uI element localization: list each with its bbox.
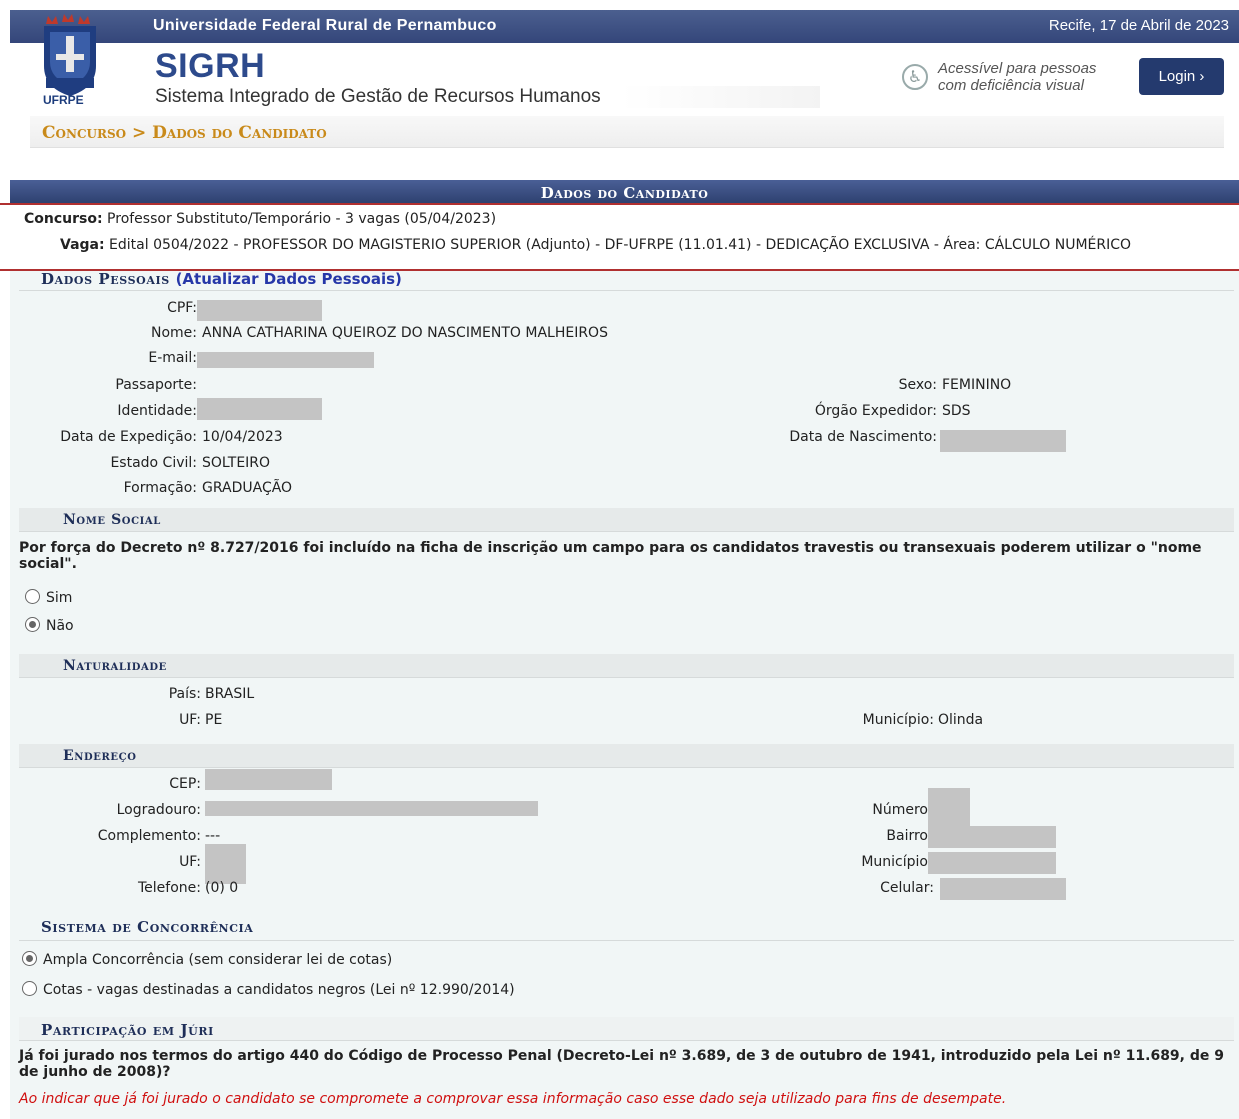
naturalidade-header: Naturalidade — [19, 654, 1234, 678]
estado-civil-label: Estado Civil: — [110, 455, 197, 471]
cotas-radio[interactable]: Cotas - vagas destinadas a candidatos ne… — [22, 981, 515, 998]
redacted-email — [197, 352, 374, 368]
concorrencia-title: Sistema de Concorrência — [41, 918, 254, 936]
bairro-label: Bairro — [886, 828, 928, 844]
university-name: Universidade Federal Rural de Pernambuco — [153, 17, 497, 34]
radio-checked-icon — [25, 617, 40, 632]
logradouro-label: Logradouro: — [116, 802, 201, 818]
breadcrumb-bar: Concurso > Dados do Candidato — [30, 116, 1224, 148]
orgao-label: Órgão Expedidor: — [814, 403, 937, 419]
endereco-header: Endereço — [19, 744, 1234, 768]
nome-social-header: Nome Social — [19, 508, 1234, 532]
dados-pessoais-title: Dados Pessoais (Atualizar Dados Pessoais… — [41, 270, 402, 288]
nome-social-sim-radio[interactable]: Sim — [25, 589, 72, 606]
telefone-label: Telefone: — [138, 880, 201, 896]
redacted-logradouro — [205, 801, 538, 816]
breadcrumb: Concurso > Dados do Candidato — [42, 123, 327, 143]
juri-warning: Ao indicar que já foi jurado o candidato… — [19, 1091, 1007, 1107]
concurso-box: Concurso: Professor Substituto/Temporári… — [0, 203, 1239, 271]
numero-label: Número — [872, 802, 928, 818]
ampla-concorrencia-radio[interactable]: Ampla Concorrência (sem considerar lei d… — [22, 951, 392, 968]
accessibility-icon: ♿ — [902, 64, 928, 90]
redacted-cep — [205, 769, 332, 790]
concurso-line: Concurso: Professor Substituto/Temporári… — [24, 211, 497, 227]
nome-social-nao-radio[interactable]: Não — [25, 617, 74, 634]
redacted-identidade — [197, 398, 322, 420]
update-personal-data-link[interactable]: (Atualizar Dados Pessoais) — [176, 270, 402, 288]
header-date: Recife, 17 de Abril de 2023 — [1048, 17, 1229, 34]
redacted-nascimento — [940, 430, 1066, 452]
login-button[interactable]: Login › — [1139, 58, 1224, 95]
telefone-value: (0) 0 — [205, 880, 239, 896]
redacted-bairro — [928, 826, 1056, 848]
nome-value: ANNA CATHARINA QUEIROZ DO NASCIMENTO MAL… — [202, 325, 608, 341]
sexo-label: Sexo: — [898, 377, 937, 393]
formacao-label: Formação: — [123, 480, 197, 496]
divider — [19, 940, 1234, 941]
data-nascimento-label: Data de Nascimento: — [789, 429, 937, 445]
uf-value: PE — [205, 712, 223, 728]
estado-civil-value: SOLTEIRO — [202, 455, 271, 471]
system-short-name: SIGRH — [155, 47, 266, 85]
complemento-label: Complemento: — [97, 828, 201, 844]
juri-header: Participação em Júri — [19, 1017, 1234, 1041]
top-bar: Universidade Federal Rural de Pernambuco… — [10, 10, 1239, 43]
radio-unchecked-icon — [22, 981, 37, 996]
data-expedicao-value: 10/04/2023 — [202, 429, 283, 445]
radio-checked-icon — [22, 951, 37, 966]
system-full-name: Sistema Integrado de Gestão de Recursos … — [155, 86, 820, 108]
municipio-label: Município: — [862, 712, 934, 728]
radio-unchecked-icon — [25, 589, 40, 604]
formacao-value: GRADUAÇÃO — [202, 480, 293, 496]
pais-label: País: — [168, 686, 201, 702]
redacted-cpf — [197, 300, 322, 321]
vaga-line: Vaga: Edital 0504/2022 - PROFESSOR DO MA… — [60, 237, 1132, 253]
email-label: E-mail: — [148, 350, 197, 366]
redacted-numero — [928, 788, 970, 826]
nome-label: Nome: — [150, 325, 197, 341]
sexo-value: FEMININO — [942, 377, 1012, 393]
endereco-municipio-label: Município — [861, 854, 928, 870]
redacted-uf — [205, 844, 246, 884]
endereco-uf-label: UF: — [179, 854, 201, 870]
complemento-value: --- — [205, 828, 221, 844]
passaporte-label: Passaporte: — [115, 377, 197, 393]
cpf-label: CPF: — [167, 300, 197, 316]
redacted-municipio — [928, 852, 1056, 874]
redacted-celular — [940, 878, 1066, 900]
juri-question: Já foi jurado nos termos do artigo 440 d… — [19, 1048, 1224, 1080]
nome-social-text: Por força do Decreto nº 8.727/2016 foi i… — [19, 540, 1202, 572]
data-expedicao-label: Data de Expedição: — [60, 429, 197, 445]
municipio-value: Olinda — [938, 712, 984, 728]
accessibility-text: Acessível para pessoas com deficiência v… — [938, 60, 1097, 94]
uf-label: UF: — [179, 712, 201, 728]
pais-value: BRASIL — [205, 686, 255, 702]
divider — [19, 290, 1234, 291]
orgao-value: SDS — [942, 403, 971, 419]
identidade-label: Identidade: — [117, 403, 197, 419]
celular-label: Celular: — [880, 880, 934, 896]
panel-title: Dados do Candidato — [10, 180, 1239, 203]
logo-text: UFRPE — [43, 93, 84, 107]
cep-label: CEP: — [169, 776, 201, 792]
